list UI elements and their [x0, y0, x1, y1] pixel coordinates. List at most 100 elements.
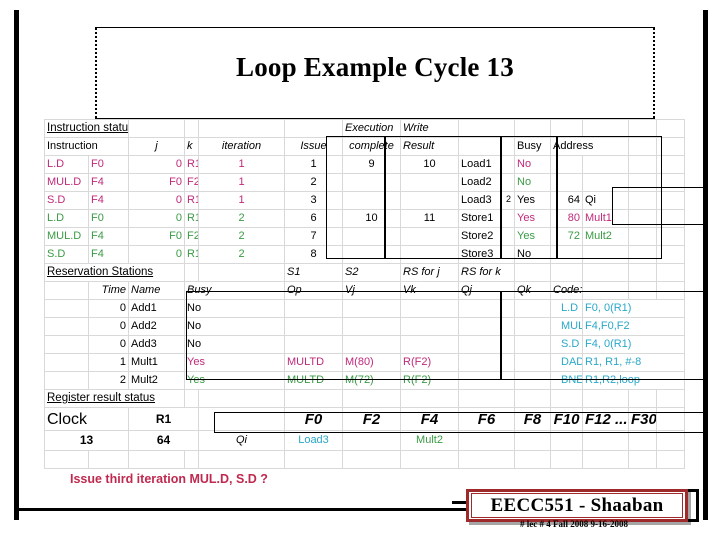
empty-cell — [44, 299, 89, 318]
empty-cell — [628, 245, 657, 264]
instruction-write-result — [400, 191, 459, 210]
empty-cell — [656, 191, 685, 210]
register-header-f30: F30 — [628, 407, 657, 431]
rs-qj — [458, 353, 515, 372]
instruction-k: R1 — [184, 209, 199, 228]
empty-cell — [44, 317, 89, 336]
buffer-name: Store2 — [461, 230, 494, 242]
empty-cell — [284, 389, 343, 408]
rs-vk — [400, 335, 459, 354]
empty-cell — [656, 245, 685, 264]
instruction-dest: F0 — [88, 209, 129, 228]
empty-cell — [458, 119, 515, 138]
rs-time: 2 — [88, 371, 129, 390]
rs-vk: R(F2) — [400, 371, 459, 390]
instruction-op: MUL.D — [44, 173, 89, 192]
empty-cell — [582, 281, 629, 300]
instruction-iteration: 1 — [198, 155, 285, 174]
empty-cell — [582, 389, 629, 408]
empty-cell — [656, 227, 685, 246]
instruction-j: 0 — [128, 155, 185, 174]
empty-cell — [656, 430, 685, 451]
header-rs-op: Op — [284, 281, 343, 300]
empty-cell — [284, 450, 343, 469]
instruction-j: F0 — [128, 173, 185, 192]
empty-cell — [628, 450, 657, 469]
code-op: S.D — [550, 335, 583, 354]
instruction-k: F2 — [184, 227, 199, 246]
rs-qk — [514, 317, 551, 336]
header-write-result: Result — [400, 137, 459, 156]
header-busy: Busy — [514, 137, 551, 156]
buffer-name: Load1 — [461, 158, 492, 170]
register-header-f10: F10 — [550, 407, 583, 431]
code-operands: F0, 0(R1) — [582, 299, 685, 318]
instruction-j: 0 — [128, 191, 185, 210]
rs-busy: Yes — [184, 371, 285, 390]
page-title: Loop Example Cycle 13 — [236, 52, 514, 82]
empty-cell — [44, 450, 89, 469]
empty-cell — [656, 119, 685, 138]
empty-cell — [342, 450, 401, 469]
empty-cell — [458, 389, 515, 408]
buffer-address — [550, 155, 583, 174]
buffer-address: 72 — [550, 227, 583, 246]
rs-busy: No — [184, 335, 285, 354]
rs-time: 0 — [88, 335, 129, 354]
instruction-write-result — [400, 173, 459, 192]
empty-cell — [44, 335, 89, 354]
header-qk: Qk — [514, 281, 551, 300]
spreadsheet-grid: Instruction status Execution Write Instruct… — [44, 119, 707, 469]
reservation-station-row: 1Mult1YesMULTDM(80)R(F2) DADDUIR1, R1, #-… — [44, 353, 685, 372]
empty-cell — [514, 119, 551, 138]
register-header-f6: F6 — [458, 407, 515, 431]
rs-vj — [342, 335, 401, 354]
instruction-dest: F4 — [88, 191, 129, 210]
instruction-op: S.D — [44, 191, 89, 210]
buffer-qi — [582, 245, 629, 264]
empty-cell — [656, 450, 685, 469]
instruction-exec-complete: 9 — [342, 155, 401, 174]
instruction-iteration: 2 — [198, 245, 285, 264]
register-value-f8 — [514, 430, 551, 451]
instruction-write-result: 10 — [400, 155, 459, 174]
register-value-f12 — [582, 430, 629, 451]
rs-qk — [514, 371, 551, 390]
slide-canvas: Loop Example Cycle 13 Instruction status… — [0, 0, 720, 540]
buffer-busy: Yes — [514, 209, 551, 228]
empty-cell — [198, 407, 285, 431]
buffer-name-cell: Store3 — [458, 245, 515, 264]
instruction-issue: 3 — [284, 191, 343, 210]
rs-name: Add3 — [128, 335, 185, 354]
empty-cell — [184, 450, 199, 469]
empty-cell — [342, 389, 401, 408]
empty-cell — [628, 119, 657, 138]
r1-label: R1 — [128, 407, 199, 431]
reservation-station-row: 0 Add1 No L.D F0, 0(R1) — [44, 299, 685, 318]
header-j: j — [128, 137, 185, 156]
buffer-name: Load2 — [461, 176, 492, 188]
rs-qj — [458, 335, 515, 354]
instruction-iteration: 1 — [198, 191, 285, 210]
question-text: Issue third iteration MUL.D, S.D ? — [70, 472, 268, 486]
instruction-k: R1 — [184, 155, 199, 174]
rs-vk — [400, 317, 459, 336]
rs-name: Add2 — [128, 317, 185, 336]
rs-vk — [400, 299, 459, 318]
rs-qk — [514, 335, 551, 354]
rs-time: 0 — [88, 299, 129, 318]
empty-cell — [656, 173, 685, 192]
empty-cell — [44, 371, 89, 390]
buffer-name: Store1 — [461, 212, 494, 224]
instruction-dest: F4 — [88, 227, 129, 246]
empty-cell — [514, 450, 551, 469]
rs-vj: M(72) — [342, 371, 401, 390]
instruction-iteration: 2 — [198, 209, 285, 228]
rs-vj — [342, 317, 401, 336]
instruction-op: S.D — [44, 245, 89, 264]
instruction-issue: 6 — [284, 209, 343, 228]
empty-cell — [550, 263, 583, 282]
buffer-address: 64 — [550, 191, 583, 210]
register-header-f0: F0 — [284, 407, 343, 431]
header-vk: Vk — [400, 281, 459, 300]
